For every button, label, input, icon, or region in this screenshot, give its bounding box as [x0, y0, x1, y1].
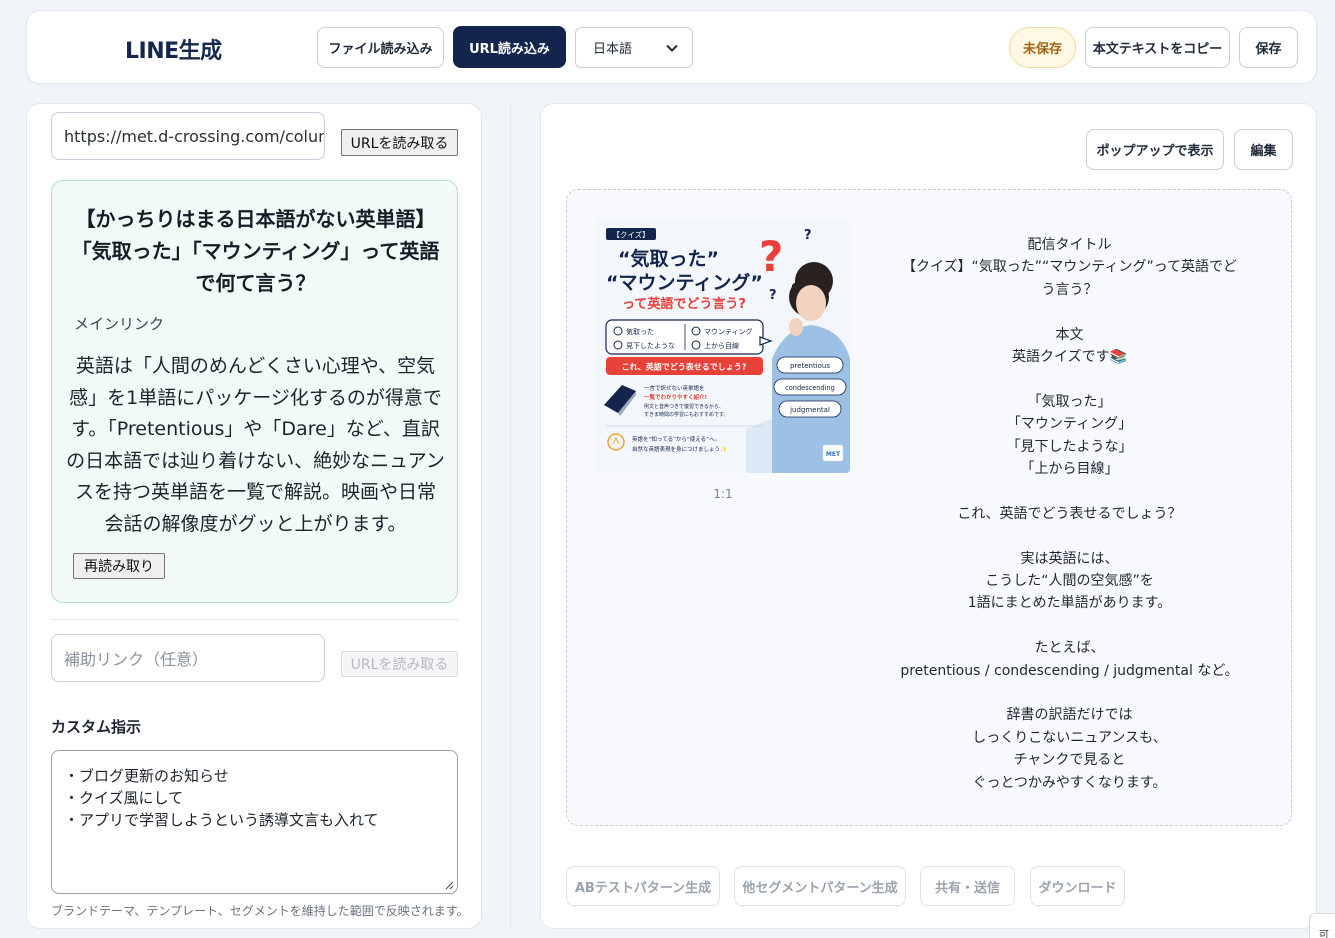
message-preview-area: ? ? ? 【クイズ】 “気取った” “マウンティング” って英語でどう言う? …	[566, 189, 1292, 826]
thumb-tag: 【クイズ】	[612, 230, 649, 240]
thumb-word-bubble: judgmental	[789, 406, 830, 414]
thumb-item: 上から目線	[704, 341, 739, 350]
ab-test-pattern-button[interactable]: ABテストパターン生成	[566, 866, 720, 906]
popup-view-button[interactable]: ポップアップで表示	[1086, 129, 1224, 170]
message-line: これ、英語でどう表せるでしょう？	[957, 505, 1182, 522]
message-line: 「マウンティング」	[1006, 416, 1133, 433]
instruction-line: ・ブログ更新のお知らせ	[64, 767, 229, 785]
aspect-ratio-label: 1:1	[713, 487, 733, 501]
thumb-line3: って英語でどう言う?	[622, 296, 746, 312]
message-line: 【クイズ】“気取った”“マウンティング”って英語でど	[901, 259, 1238, 276]
message-line	[877, 368, 1262, 390]
message-line: 辞書の訳語だけでは	[1006, 707, 1133, 724]
language-select[interactable]: 日本語	[575, 27, 693, 68]
corner-tab[interactable]: 可	[1309, 913, 1335, 938]
message-line: 「上から目線」	[1020, 461, 1119, 478]
message-line: 「見下したような」	[1006, 438, 1133, 455]
chevron-down-icon	[666, 44, 678, 52]
svg-text:?: ?	[804, 228, 812, 243]
download-button[interactable]: ダウンロード	[1030, 866, 1125, 906]
main-url-input[interactable]: https://met.d-crossing.com/column/	[51, 112, 325, 160]
top-toolbar: LINE生成 ファイル読み込み URL読み込み 日本語 未保存 本文テキストをコ…	[26, 10, 1317, 84]
message-line: 配信タイトル	[1027, 237, 1112, 253]
message-line: 1語にまとめた単語があります。	[967, 595, 1172, 612]
thumb-note: すきま時間の学習にもおすすめです。	[644, 411, 729, 418]
message-line: 英語クイズです📚	[1011, 349, 1127, 366]
thumb-item: 見下したような	[626, 342, 675, 350]
message-line: 「気取った」	[1027, 393, 1112, 410]
svg-text:?: ?	[769, 288, 777, 303]
custom-instruction-textarea[interactable]: ・ブログ更新のお知らせ ・クイズ風にして ・アプリで学習しようという誘導文言も入…	[51, 750, 458, 894]
file-import-button[interactable]: ファイル読み込み	[317, 27, 444, 68]
language-value: 日本語	[593, 42, 633, 57]
message-body: 配信タイトル【クイズ】“気取った”“マウンティング”って英語でど う言う？ 本文英語…	[877, 234, 1262, 794]
thumb-line2: “マウンティング”	[606, 271, 763, 294]
aux-link-input[interactable]: 補助リンク（任意）	[51, 634, 325, 682]
thumbnail-image[interactable]: ? ? ? 【クイズ】 “気取った” “マウンティング” って英語でどう言う? …	[596, 219, 850, 473]
read-url-button[interactable]: URLを読み取る	[341, 129, 458, 156]
thumb-item: 気取った	[626, 327, 654, 336]
instruction-line: ・クイズ風にして	[64, 789, 184, 807]
preview-link-type: メインリンク	[74, 315, 165, 333]
message-line	[877, 480, 1262, 502]
instruction-hint: ブランドテーマ、テンプレート、セグメントを維持した範囲で反映されます。	[51, 904, 469, 918]
thumb-item: マウンティング	[704, 327, 753, 336]
message-line: 実は英語には、	[1020, 550, 1119, 567]
thumb-note: 例文と音声つきで復習できるから、	[644, 403, 724, 410]
url-import-button[interactable]: URL読み込み	[453, 26, 566, 68]
source-panel: https://met.d-crossing.com/column/ URLを読…	[26, 103, 482, 929]
output-panel: ポップアップで表示 編集 ? ? ? 【クイズ】 “気取った” “マウンティング…	[540, 103, 1317, 929]
message-line	[877, 301, 1262, 323]
message-line	[877, 615, 1262, 637]
share-send-button[interactable]: 共有・送信	[920, 866, 1015, 906]
thumb-bottom: 自然な英語表現を身につけましょう✨	[632, 445, 727, 453]
preview-title: 【かっちりはまる日本語がない英単語】「気取った」「マウンティング」って英語で何て…	[71, 207, 440, 295]
app-title: LINE生成	[125, 39, 222, 64]
edit-button[interactable]: 編集	[1234, 129, 1293, 170]
preview-description: 英語は「人間のめんどくさい心理や、空気感」を1単語にパッケージ化するのが得意です…	[66, 355, 445, 535]
message-line: う言う？	[1041, 281, 1098, 298]
message-line: しっくりこないニュアンスも、	[972, 729, 1167, 746]
message-line: 本文	[1055, 326, 1084, 343]
thumb-word-bubble: pretentious	[790, 362, 830, 370]
message-line: たとえば、	[1034, 640, 1105, 657]
thumb-line1: “気取った”	[618, 247, 719, 270]
unsaved-status-badge: 未保存	[1009, 27, 1076, 68]
message-line: ぐっとつかみやすくなります。	[972, 774, 1167, 791]
save-button[interactable]: 保存	[1239, 27, 1298, 68]
thumb-banner: これ、英語でどう表せるでしょう?	[622, 362, 747, 372]
aux-link-placeholder: 補助リンク（任意）	[64, 650, 209, 669]
main-url-value: https://met.d-crossing.com/column/	[64, 126, 325, 146]
message-line: こうした“人間の空気感”を	[985, 573, 1154, 590]
custom-instruction-label: カスタム指示	[51, 718, 142, 736]
copy-body-text-button[interactable]: 本文テキストをコピー	[1085, 27, 1230, 68]
message-line	[877, 525, 1262, 547]
message-line: チャンクで見ると	[1013, 752, 1126, 769]
instruction-line: ・アプリで学習しようという誘導文言も入れて	[64, 811, 379, 829]
message-line: pretentious / condescending / judgmental…	[900, 662, 1239, 679]
divider	[51, 619, 458, 620]
resize-grip-icon[interactable]	[444, 880, 454, 890]
message-line	[877, 682, 1262, 704]
thumb-note: 一言で訳せない英単語を	[644, 384, 705, 392]
reread-button[interactable]: 再読み取り	[73, 553, 165, 579]
thumb-note: 一覧でわかりやすく紹介!	[644, 393, 707, 401]
thumb-bottom: 英語を“知ってる”から“使える”へ。	[632, 435, 720, 443]
thumb-word-bubble: condescending	[785, 384, 835, 392]
panel-separator	[510, 103, 511, 929]
other-segment-pattern-button[interactable]: 他セグメントパターン生成	[734, 866, 906, 906]
aux-read-url-button[interactable]: URLを読み取る	[341, 651, 458, 677]
link-preview-card: 【かっちりはまる日本語がない英単語】「気取った」「マウンティング」って英語で何て…	[51, 180, 458, 603]
thumb-logo: MET	[826, 451, 841, 458]
